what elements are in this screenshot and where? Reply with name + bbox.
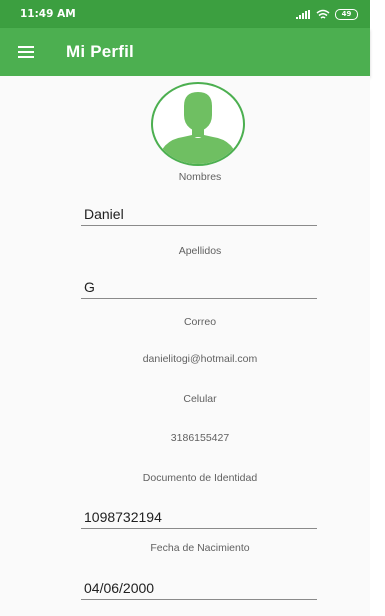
apellidos-label: Apellidos [178, 245, 222, 257]
signal-icon [296, 9, 311, 19]
person-silhouette-icon [157, 92, 239, 164]
battery-icon: 49 [335, 8, 358, 20]
correo-label: Correo [183, 316, 217, 328]
profile-content: Nombres Apellidos Correo danielitogi@hot… [0, 76, 370, 616]
status-bar: 11:49 AM 49 [0, 0, 370, 28]
fecha-nacimiento-label: Fecha de Nacimiento [150, 542, 250, 554]
wifi-icon [316, 9, 330, 20]
celular-label: Celular [183, 393, 217, 405]
app-bar: Mi Perfil [0, 28, 370, 76]
page-title: Mi Perfil [66, 42, 134, 61]
nombres-field[interactable] [81, 202, 317, 226]
documento-label: Documento de Identidad [142, 472, 258, 484]
status-icons: 49 [296, 8, 358, 20]
avatar[interactable] [151, 82, 245, 166]
apellidos-field[interactable] [81, 275, 317, 299]
nombres-label: Nombres [178, 171, 222, 183]
correo-value: danielitogi@hotmail.com [142, 353, 258, 365]
fecha-nacimiento-field[interactable] [81, 576, 317, 600]
celular-value: 3186155427 [170, 432, 230, 444]
hamburger-menu-icon[interactable] [14, 40, 38, 64]
status-time: 11:49 AM [20, 8, 76, 20]
documento-field[interactable] [81, 505, 317, 529]
